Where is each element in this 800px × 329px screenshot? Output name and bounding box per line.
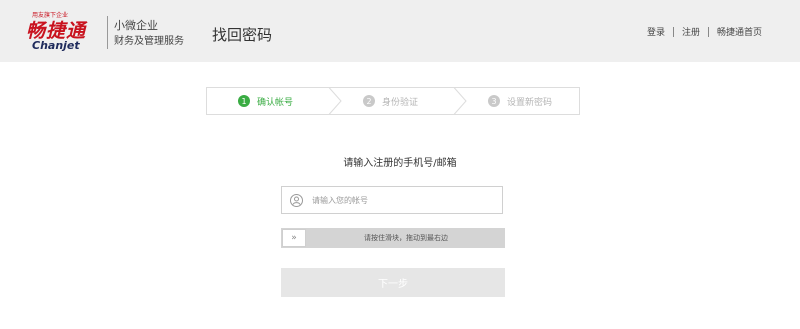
account-field[interactable] bbox=[281, 186, 503, 214]
login-link[interactable]: 登录 bbox=[647, 25, 665, 38]
user-icon bbox=[290, 194, 303, 207]
next-step-button[interactable]: 下一步 bbox=[281, 268, 505, 297]
step-number-badge: 3 bbox=[488, 95, 500, 107]
slide-verify-hint: 请按住滑块，拖动到最右边 bbox=[364, 234, 448, 242]
step-progress: 1 确认帐号 2 身份验证 3 设置新密码 bbox=[206, 87, 580, 115]
step-confirm-account: 1 确认帐号 bbox=[238, 87, 293, 115]
header: 用友旗下企业 畅捷通 Chanjet 小微企业 财务及管理服务 找回密码 登录 … bbox=[0, 0, 800, 62]
register-link[interactable]: 注册 bbox=[682, 25, 700, 38]
home-link[interactable]: 畅捷通首页 bbox=[717, 25, 762, 38]
form-prompt: 请输入注册的手机号/邮箱 bbox=[343, 158, 457, 169]
step-label: 设置新密码 bbox=[507, 97, 553, 108]
logo-name-en: Chanjet bbox=[32, 39, 80, 52]
step-number-badge: 1 bbox=[238, 95, 250, 107]
step-label: 身份验证 bbox=[382, 97, 419, 108]
slide-verify-track[interactable]: » 请按住滑块，拖动到最右边 bbox=[281, 228, 505, 248]
nav-separator bbox=[672, 26, 674, 37]
account-input[interactable] bbox=[312, 192, 492, 208]
logo-divider bbox=[107, 16, 108, 49]
page-title: 找回密码 bbox=[212, 26, 273, 44]
step-set-new-password: 3 设置新密码 bbox=[488, 87, 552, 115]
step-number-badge: 2 bbox=[363, 95, 375, 107]
logo-slogan-line2: 财务及管理服务 bbox=[114, 36, 184, 47]
top-nav: 登录 注册 畅捷通首页 bbox=[647, 25, 762, 38]
step-label: 确认帐号 bbox=[257, 97, 294, 108]
nav-separator bbox=[707, 26, 709, 37]
slide-verify-handle[interactable]: » bbox=[282, 229, 306, 247]
logo-slogan-line1: 小微企业 bbox=[114, 19, 158, 32]
step-identity-verify: 2 身份验证 bbox=[363, 87, 418, 115]
double-chevron-right-icon: » bbox=[291, 233, 297, 243]
